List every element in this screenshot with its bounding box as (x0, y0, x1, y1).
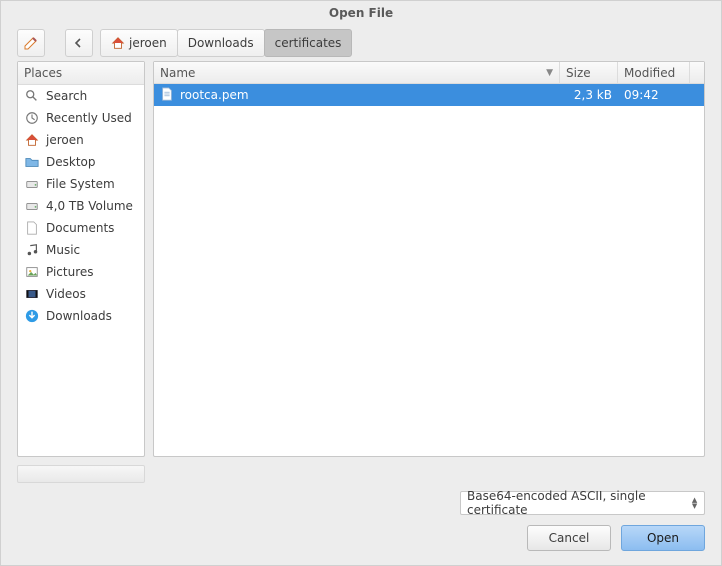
breadcrumb-home[interactable]: jeroen (100, 29, 178, 57)
open-file-dialog: Open File jeroen Downloads certificates … (0, 0, 722, 566)
file-name: rootca.pem (180, 88, 249, 102)
textfile-icon (160, 87, 174, 104)
music-icon (24, 242, 40, 258)
breadcrumb-certificates[interactable]: certificates (264, 29, 353, 57)
place-item[interactable]: Search (18, 85, 144, 107)
home-icon (24, 132, 40, 148)
drive-icon (24, 176, 40, 192)
pencil-icon (23, 35, 39, 51)
breadcrumb-item-label: certificates (275, 36, 342, 50)
file-icon (24, 220, 40, 236)
column-name[interactable]: Name ▼ (154, 62, 560, 83)
file-type-filter[interactable]: Base64-encoded ASCII, single certificate… (460, 491, 705, 515)
window-title: Open File (329, 6, 393, 20)
cancel-button[interactable]: Cancel (527, 525, 611, 551)
place-item[interactable]: Desktop (18, 151, 144, 173)
places-panel: Places Search Recently Used jeroen Desktop F… (17, 61, 145, 457)
edit-path-button[interactable] (17, 29, 45, 57)
download-icon (24, 308, 40, 324)
folder-icon (24, 154, 40, 170)
column-headers: Name ▼ Size Modified (154, 62, 704, 84)
filter-row: Base64-encoded ASCII, single certificate… (1, 487, 721, 519)
place-label: Music (46, 243, 80, 257)
place-label: Recently Used (46, 111, 132, 125)
column-scroll-spacer (690, 62, 704, 83)
spin-buttons[interactable]: ▲ ▼ (689, 497, 700, 509)
place-item[interactable]: File System (18, 173, 144, 195)
file-list-panel: Name ▼ Size Modified rootca.pem 2,3 kB 09:… (153, 61, 705, 457)
breadcrumb: jeroen Downloads certificates (101, 29, 352, 57)
back-button[interactable] (65, 29, 93, 57)
file-modified: 09:42 (624, 88, 659, 102)
column-size[interactable]: Size (560, 62, 618, 83)
place-item[interactable]: 4,0 TB Volume (18, 195, 144, 217)
place-label: Desktop (46, 155, 96, 169)
places-toolbar (1, 465, 721, 487)
place-label: Documents (46, 221, 114, 235)
place-item[interactable]: jeroen (18, 129, 144, 151)
place-label: File System (46, 177, 115, 191)
filter-value: Base64-encoded ASCII, single certificate (467, 489, 689, 517)
breadcrumb-item-label: Downloads (188, 36, 254, 50)
place-label: 4,0 TB Volume (46, 199, 133, 213)
search-icon (24, 88, 40, 104)
sort-indicator-icon: ▼ (546, 68, 553, 78)
clock-icon (24, 110, 40, 126)
drive-icon (24, 198, 40, 214)
place-label: Downloads (46, 309, 112, 323)
place-label: Pictures (46, 265, 94, 279)
breadcrumb-downloads[interactable]: Downloads (177, 29, 265, 57)
place-label: Search (46, 89, 87, 103)
main-area: Places Search Recently Used jeroen Desktop F… (1, 61, 721, 465)
home-icon (111, 36, 125, 50)
open-button[interactable]: Open (621, 525, 705, 551)
chevron-down-icon: ▼ (692, 503, 697, 509)
titlebar: Open File (1, 1, 721, 25)
place-label: Videos (46, 287, 86, 301)
file-size: 2,3 kB (574, 88, 612, 102)
video-icon (24, 286, 40, 302)
place-label: jeroen (46, 133, 84, 147)
place-item[interactable]: Downloads (18, 305, 144, 327)
file-rows[interactable]: rootca.pem 2,3 kB 09:42 (154, 84, 704, 456)
places-list: Search Recently Used jeroen Desktop File Sys… (18, 85, 144, 456)
toolbar: jeroen Downloads certificates (1, 25, 721, 61)
place-item[interactable]: Music (18, 239, 144, 261)
file-row[interactable]: rootca.pem 2,3 kB 09:42 (154, 84, 704, 106)
places-toolbar-buttons[interactable] (17, 465, 145, 483)
place-item[interactable]: Recently Used (18, 107, 144, 129)
places-header: Places (18, 62, 144, 85)
chevron-left-icon (74, 38, 84, 48)
pictures-icon (24, 264, 40, 280)
place-item[interactable]: Pictures (18, 261, 144, 283)
breadcrumb-home-label: jeroen (129, 36, 167, 50)
place-item[interactable]: Videos (18, 283, 144, 305)
dialog-actions: Cancel Open (1, 519, 721, 565)
column-modified[interactable]: Modified (618, 62, 690, 83)
place-item[interactable]: Documents (18, 217, 144, 239)
